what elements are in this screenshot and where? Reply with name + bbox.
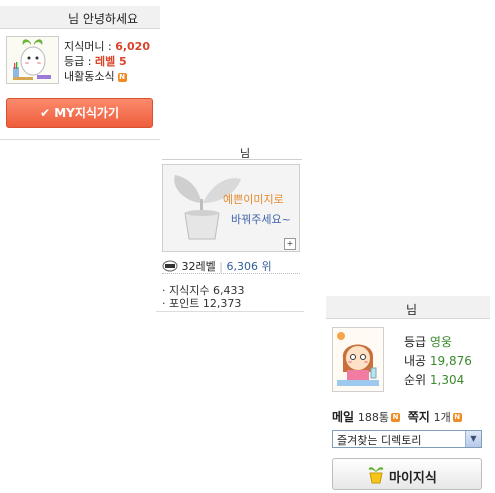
level-badge-icon <box>162 260 178 272</box>
mykin-widget: 님 등급 영웅 내공 19,876 순위 1,304 메일 188통 N 쪽지 1… <box>324 296 492 493</box>
activity-news-link[interactable]: 내활동소식 N <box>64 68 127 84</box>
grade-value: 레벨 5 <box>94 55 127 68</box>
separator: | <box>219 260 223 273</box>
my-knowledge-button[interactable]: 마이지식 <box>332 458 482 490</box>
activity-news-label[interactable]: 내활동소식 <box>64 70 115 83</box>
knowledge-money-value: 6,020 <box>115 40 150 53</box>
knowledge-money-row: 지식머니 : 6,020 <box>64 38 150 54</box>
sprout-placeholder-icon: 예쁜이미지로 바꿔주세요~ <box>163 165 299 251</box>
chevron-down-icon[interactable]: ▼ <box>465 431 481 447</box>
check-icon: ✔ <box>39 106 51 120</box>
zoom-icon[interactable]: + <box>284 238 296 250</box>
rank-value: 6,306 위 <box>226 260 272 273</box>
new-badge-icon: N <box>452 413 462 422</box>
new-badge-icon: N <box>117 72 127 82</box>
radish-character-icon <box>7 37 58 83</box>
divider <box>162 273 300 274</box>
divider <box>162 159 302 160</box>
divider <box>156 311 304 312</box>
power-label: 내공 <box>404 354 430 368</box>
greeting-text: 님 안녕하세요 <box>68 12 139 26</box>
grade-row: 등급 영웅 <box>404 333 452 350</box>
knowledge-money-label: 지식머니 : <box>64 40 116 53</box>
avatar[interactable] <box>332 327 384 392</box>
power-row: 내공 19,876 <box>404 352 472 369</box>
power-value: 19,876 <box>429 354 472 368</box>
profile-widget: 님 예쁜이미지로 바꿔주세요~ + 32레벨 | 6,306 위 · 지식지수 … <box>156 140 304 312</box>
my-knowledge-label: 마이지식 <box>389 471 437 486</box>
note-count[interactable]: 1개 <box>434 411 451 424</box>
login-widget: 님 안녕하세요 지식머니 : 6,020 등급 : 레벨 5 내활동소식 N ✔ … <box>0 0 162 140</box>
grade-label: 등급 : <box>64 55 95 68</box>
user-title: 님 <box>406 303 418 317</box>
points: · 포인트 12,373 <box>162 297 242 310</box>
divider <box>0 139 160 140</box>
grade-row: 등급 : 레벨 5 <box>64 53 127 69</box>
rank-value: 1,304 <box>429 373 465 387</box>
note-label[interactable]: 쪽지 <box>408 410 430 424</box>
grade-value: 영웅 <box>429 335 452 349</box>
mail-note-row: 메일 188통 N 쪽지 1개 N <box>332 408 462 425</box>
level-value: 32레벨 <box>181 260 216 273</box>
my-knowledge-button[interactable]: ✔ MY지식가기 <box>6 98 153 128</box>
mail-label[interactable]: 메일 <box>332 410 354 424</box>
avatar[interactable] <box>6 36 59 84</box>
level-rank-row: 32레벨 | 6,306 위 <box>162 258 272 274</box>
profile-image[interactable]: 예쁜이미지로 바꿔주세요~ <box>162 164 300 252</box>
sprout-cup-icon <box>368 467 384 484</box>
rank-row: 순위 1,304 <box>404 371 464 388</box>
placeholder-text-1: 예쁜이미지로 <box>223 193 284 206</box>
grade-label: 등급 <box>404 335 430 349</box>
select-value: 즐겨찾는 디렉토리 <box>337 434 422 447</box>
rank-label: 순위 <box>404 373 430 387</box>
placeholder-text-2: 바꿔주세요~ <box>231 213 291 226</box>
new-badge-icon: N <box>391 413 401 422</box>
mail-count[interactable]: 188통 <box>358 411 389 424</box>
girl-character-icon <box>333 328 383 391</box>
my-knowledge-label: MY지식가기 <box>54 106 120 120</box>
favorite-directory-select[interactable]: 즐겨찾는 디렉토리 ▼ <box>332 430 482 448</box>
